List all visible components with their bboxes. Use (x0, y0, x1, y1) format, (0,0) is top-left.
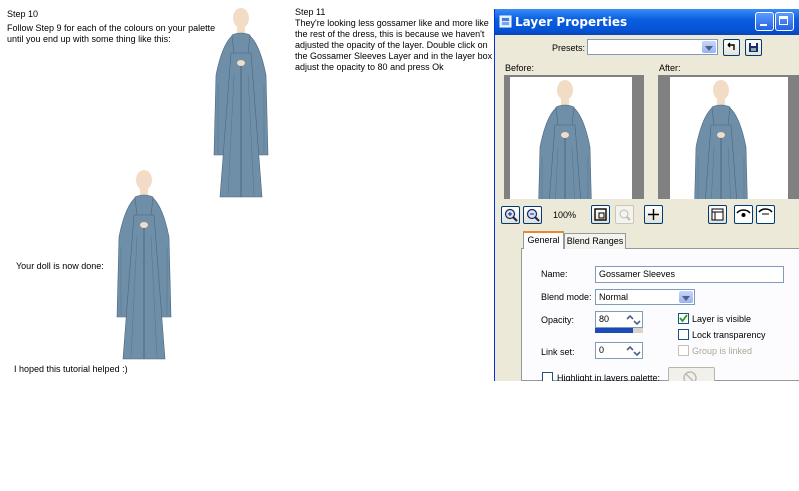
auto-proof-button[interactable] (734, 205, 753, 224)
preview-on-image-button[interactable] (708, 205, 727, 224)
tutorial-helped-text: I hoped this tutorial helped :) (14, 364, 128, 374)
minimize-icon (760, 24, 767, 26)
lock-transparency-label: Lock transparency (692, 330, 766, 340)
zoom-to-fit-button[interactable] (591, 205, 610, 224)
blend-mode-value: Normal (599, 292, 629, 302)
dialog-title: Layer Properties (515, 15, 628, 29)
maximize-button[interactable] (775, 12, 794, 31)
layer-properties-dialog: Layer Properties Presets: Before: After: (494, 9, 799, 381)
opacity-slider[interactable] (595, 328, 643, 333)
zoom-actual-button[interactable] (615, 205, 634, 224)
zoom-level: 100% (553, 210, 577, 220)
before-preview[interactable] (504, 75, 644, 199)
name-label: Name: (541, 269, 568, 279)
reset-icon (727, 42, 735, 50)
chevron-down-icon (702, 41, 716, 53)
step11-line1: They're looking less gossamer like and m… (295, 18, 489, 28)
opacity-slider-fill (595, 328, 634, 333)
step11-line2: the rest of the dress, this is because w… (295, 29, 485, 39)
tab-general[interactable]: General (523, 231, 564, 249)
step11-line4: the Gossamer Sleeves Layer and in the la… (295, 51, 493, 61)
checkmark-icon (679, 314, 688, 323)
group-linked-checkbox[interactable] (678, 345, 689, 356)
zoom-out-button[interactable] (523, 206, 542, 224)
save-icon (749, 43, 758, 52)
title-bar[interactable]: Layer Properties (495, 9, 799, 35)
magnifier-disabled-icon (619, 209, 631, 221)
layer-visible-label: Layer is visible (692, 314, 752, 324)
pan-button[interactable] (644, 205, 663, 224)
doll-image-top (213, 8, 269, 198)
step10-text-line1: Follow Step 9 for each of the colours on… (7, 23, 216, 33)
maximize-icon (779, 16, 788, 25)
chevron-down-icon (679, 291, 693, 303)
spin-up-down-icon (626, 314, 641, 326)
blend-mode-dropdown[interactable]: Normal (595, 289, 695, 305)
link-set-value: 0 (599, 345, 605, 355)
after-preview-doll (694, 80, 748, 199)
blend-mode-label: Blend mode: (541, 292, 592, 302)
link-set-label: Link set: (541, 347, 575, 357)
before-preview-doll (538, 80, 592, 199)
move-cross-icon (648, 209, 659, 220)
step11-title: Step 11 (295, 7, 326, 17)
opacity-spinner[interactable] (623, 313, 641, 327)
layers-app-icon (499, 15, 512, 28)
reset-preset-button[interactable] (723, 39, 740, 56)
highlight-label: Highlight in layers palette: (557, 373, 661, 381)
highlight-checkbox[interactable] (542, 372, 553, 381)
tab-blend-ranges[interactable]: Blend Ranges (564, 233, 626, 249)
opacity-value: 80 (599, 314, 610, 324)
after-label: After: (659, 63, 681, 73)
doll-done-text: Your doll is now done: (16, 261, 104, 271)
zoom-fit-icon (594, 208, 607, 221)
spin-up-down-icon (626, 345, 641, 357)
highlight-color-button[interactable] (668, 367, 715, 381)
preview-window-icon (711, 208, 724, 221)
zoom-out-icon (526, 208, 540, 222)
minimize-button[interactable] (755, 12, 774, 31)
eye-icon (736, 209, 751, 217)
proof-button[interactable] (756, 205, 775, 224)
zoom-in-icon (504, 208, 518, 222)
step11-line3: adjusted the opacity of the layer. Doubl… (295, 40, 488, 50)
opacity-input[interactable]: 80 (595, 311, 643, 328)
before-label: Before: (505, 63, 535, 73)
no-color-icon (683, 371, 697, 381)
lock-transparency-checkbox[interactable] (678, 329, 689, 340)
presets-dropdown[interactable] (587, 39, 718, 55)
link-set-input[interactable]: 0 (595, 342, 643, 359)
opacity-label: Opacity: (541, 315, 575, 325)
zoom-in-button[interactable] (501, 206, 520, 224)
step10-title: Step 10 (7, 9, 39, 19)
step10-text-line2: until you end up with some thing like th… (7, 34, 171, 44)
after-preview[interactable] (658, 75, 799, 199)
layer-name-input[interactable]: Gossamer Sleeves (595, 266, 784, 283)
doll-image-bottom (116, 170, 172, 360)
step11-line5: adjust the opacity to 80 and press Ok (295, 62, 444, 72)
presets-label: Presets: (552, 43, 586, 53)
link-set-spinner[interactable] (623, 344, 641, 358)
eye-open-icon (758, 208, 773, 215)
layer-visible-checkbox[interactable] (678, 313, 689, 324)
tab-general-label: General (527, 235, 560, 245)
group-linked-label: Group is linked (692, 346, 753, 356)
tab-blend-ranges-label: Blend Ranges (566, 236, 624, 246)
save-preset-button[interactable] (745, 39, 762, 56)
